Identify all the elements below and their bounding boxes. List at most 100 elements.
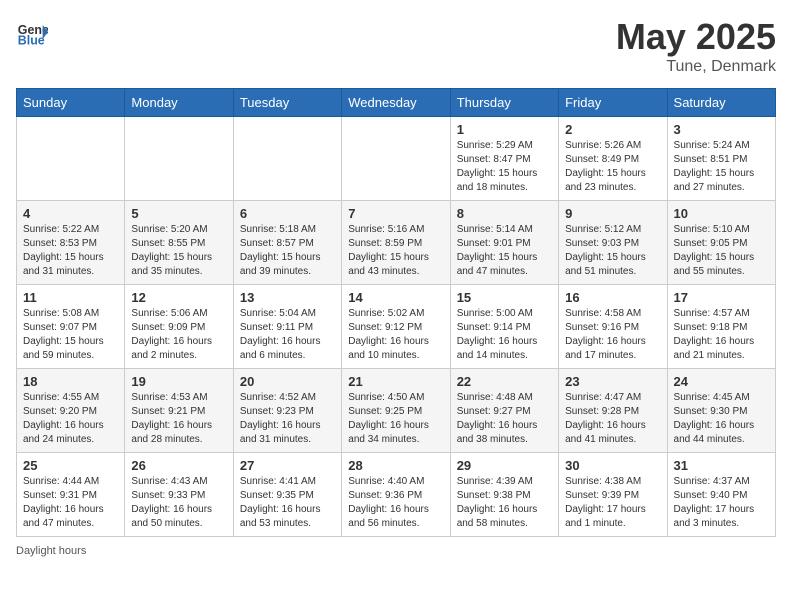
day-cell: 30Sunrise: 4:38 AM Sunset: 9:39 PM Dayli… (559, 453, 667, 537)
day-number: 20 (240, 374, 335, 389)
weekday-header-row: SundayMondayTuesdayWednesdayThursdayFrid… (17, 89, 776, 117)
day-number: 4 (23, 206, 118, 221)
day-number: 22 (457, 374, 552, 389)
daylight-hours-label: Daylight hours (16, 545, 86, 557)
day-cell: 23Sunrise: 4:47 AM Sunset: 9:28 PM Dayli… (559, 369, 667, 453)
day-cell: 4 Sunrise: 5:22 AM Sunset: 8:53 PM Daylig… (17, 201, 125, 285)
day-info: Sunrise: 5:06 AM Sunset: 9:09 PM Dayligh… (131, 307, 226, 363)
day-info: Sunrise: 5:12 AM Sunset: 9:03 PM Dayligh… (565, 223, 660, 279)
day-info: Sunrise: 4:57 AM Sunset: 9:18 PM Dayligh… (674, 307, 769, 363)
weekday-header-friday: Friday (559, 89, 667, 117)
day-number: 29 (457, 458, 552, 473)
day-number: 18 (23, 374, 118, 389)
day-info: Sunrise: 4:44 AM Sunset: 9:31 PM Dayligh… (23, 475, 118, 531)
day-info: Sunrise: 5:22 AM Sunset: 8:53 PM Dayligh… (23, 223, 118, 279)
day-info: Sunrise: 4:47 AM Sunset: 9:28 PM Dayligh… (565, 391, 660, 447)
day-number: 8 (457, 206, 552, 221)
day-number: 9 (565, 206, 660, 221)
day-cell: 15Sunrise: 5:00 AM Sunset: 9:14 PM Dayli… (450, 285, 558, 369)
day-info: Sunrise: 5:16 AM Sunset: 8:59 PM Dayligh… (348, 223, 443, 279)
day-info: Sunrise: 4:41 AM Sunset: 9:35 PM Dayligh… (240, 475, 335, 531)
day-number: 5 (131, 206, 226, 221)
day-cell (233, 117, 341, 201)
calendar-location: Tune, Denmark (616, 58, 776, 76)
day-cell: 28Sunrise: 4:40 AM Sunset: 9:36 PM Dayli… (342, 453, 450, 537)
day-cell (342, 117, 450, 201)
week-row-5: 25 Sunrise: 4:44 AM Sunset: 9:31 PM Dayli… (17, 453, 776, 537)
day-cell: 10 Sunrise: 5:10 AM Sunset: 9:05 PM Dayli… (667, 201, 775, 285)
day-cell: 20 Sunrise: 4:52 AM Sunset: 9:23 PM Dayli… (233, 369, 341, 453)
day-number: 26 (131, 458, 226, 473)
day-number: 7 (348, 206, 443, 221)
day-cell: 3 Sunrise: 5:24 AM Sunset: 8:51 PM Daylig… (667, 117, 775, 201)
day-info: Sunrise: 4:52 AM Sunset: 9:23 PM Dayligh… (240, 391, 335, 447)
day-number: 21 (348, 374, 443, 389)
day-cell: 19Sunrise: 4:53 AM Sunset: 9:21 PM Dayli… (125, 369, 233, 453)
day-info: Sunrise: 4:58 AM Sunset: 9:16 PM Dayligh… (565, 307, 660, 363)
day-number: 25 (23, 458, 118, 473)
calendar-title: May 2025 (616, 16, 776, 58)
day-number: 16 (565, 290, 660, 305)
day-info: Sunrise: 5:24 AM Sunset: 8:51 PM Dayligh… (674, 139, 769, 195)
day-info: Sunrise: 4:37 AM Sunset: 9:40 PM Dayligh… (674, 475, 769, 531)
day-number: 27 (240, 458, 335, 473)
day-cell: 24 Sunrise: 4:45 AM Sunset: 9:30 PM Dayli… (667, 369, 775, 453)
weekday-header-monday: Monday (125, 89, 233, 117)
logo: General Blue (16, 16, 48, 48)
day-number: 31 (674, 458, 769, 473)
day-number: 10 (674, 206, 769, 221)
day-cell: 9 Sunrise: 5:12 AM Sunset: 9:03 PM Daylig… (559, 201, 667, 285)
day-cell: 7 Sunrise: 5:16 AM Sunset: 8:59 PM Daylig… (342, 201, 450, 285)
day-number: 17 (674, 290, 769, 305)
day-info: Sunrise: 5:10 AM Sunset: 9:05 PM Dayligh… (674, 223, 769, 279)
day-cell: 2Sunrise: 5:26 AM Sunset: 8:49 PM Daylig… (559, 117, 667, 201)
day-cell: 5 Sunrise: 5:20 AM Sunset: 8:55 PM Daylig… (125, 201, 233, 285)
page-header: General Blue May 2025 Tune, Denmark (16, 16, 776, 76)
weekday-header-tuesday: Tuesday (233, 89, 341, 117)
day-cell: 16 Sunrise: 4:58 AM Sunset: 9:16 PM Dayli… (559, 285, 667, 369)
week-row-4: 18Sunrise: 4:55 AM Sunset: 9:20 PM Dayli… (17, 369, 776, 453)
day-info: Sunrise: 4:48 AM Sunset: 9:27 PM Dayligh… (457, 391, 552, 447)
weekday-header-wednesday: Wednesday (342, 89, 450, 117)
weekday-header-saturday: Saturday (667, 89, 775, 117)
footer: Daylight hours (16, 545, 776, 557)
day-number: 3 (674, 122, 769, 137)
day-cell: 25 Sunrise: 4:44 AM Sunset: 9:31 PM Dayli… (17, 453, 125, 537)
week-row-2: 4 Sunrise: 5:22 AM Sunset: 8:53 PM Daylig… (17, 201, 776, 285)
day-info: Sunrise: 4:45 AM Sunset: 9:30 PM Dayligh… (674, 391, 769, 447)
weekday-header-thursday: Thursday (450, 89, 558, 117)
day-number: 14 (348, 290, 443, 305)
day-cell: 27 Sunrise: 4:41 AM Sunset: 9:35 PM Dayli… (233, 453, 341, 537)
day-info: Sunrise: 5:18 AM Sunset: 8:57 PM Dayligh… (240, 223, 335, 279)
day-info: Sunrise: 4:50 AM Sunset: 9:25 PM Dayligh… (348, 391, 443, 447)
day-number: 19 (131, 374, 226, 389)
day-info: Sunrise: 5:08 AM Sunset: 9:07 PM Dayligh… (23, 307, 118, 363)
day-cell: 1 Sunrise: 5:29 AM Sunset: 8:47 PM Daylig… (450, 117, 558, 201)
day-cell: 26 Sunrise: 4:43 AM Sunset: 9:33 PM Dayli… (125, 453, 233, 537)
svg-text:Blue: Blue (18, 33, 45, 47)
day-cell (17, 117, 125, 201)
logo-icon: General Blue (16, 16, 48, 48)
day-number: 13 (240, 290, 335, 305)
day-info: Sunrise: 4:43 AM Sunset: 9:33 PM Dayligh… (131, 475, 226, 531)
day-cell: 18Sunrise: 4:55 AM Sunset: 9:20 PM Dayli… (17, 369, 125, 453)
day-info: Sunrise: 5:02 AM Sunset: 9:12 PM Dayligh… (348, 307, 443, 363)
day-cell: 13Sunrise: 5:04 AM Sunset: 9:11 PM Dayli… (233, 285, 341, 369)
weekday-header-sunday: Sunday (17, 89, 125, 117)
day-cell: 12 Sunrise: 5:06 AM Sunset: 9:09 PM Dayli… (125, 285, 233, 369)
day-number: 6 (240, 206, 335, 221)
day-number: 28 (348, 458, 443, 473)
day-cell: 29Sunrise: 4:39 AM Sunset: 9:38 PM Dayli… (450, 453, 558, 537)
day-info: Sunrise: 5:29 AM Sunset: 8:47 PM Dayligh… (457, 139, 552, 195)
calendar-table: SundayMondayTuesdayWednesdayThursdayFrid… (16, 88, 776, 537)
day-cell: 14 Sunrise: 5:02 AM Sunset: 9:12 PM Dayli… (342, 285, 450, 369)
day-cell: 17 Sunrise: 4:57 AM Sunset: 9:18 PM Dayli… (667, 285, 775, 369)
day-number: 1 (457, 122, 552, 137)
title-block: May 2025 Tune, Denmark (616, 16, 776, 76)
day-info: Sunrise: 5:20 AM Sunset: 8:55 PM Dayligh… (131, 223, 226, 279)
day-number: 30 (565, 458, 660, 473)
day-number: 12 (131, 290, 226, 305)
day-cell: 22 Sunrise: 4:48 AM Sunset: 9:27 PM Dayli… (450, 369, 558, 453)
day-number: 24 (674, 374, 769, 389)
day-cell: 6 Sunrise: 5:18 AM Sunset: 8:57 PM Daylig… (233, 201, 341, 285)
